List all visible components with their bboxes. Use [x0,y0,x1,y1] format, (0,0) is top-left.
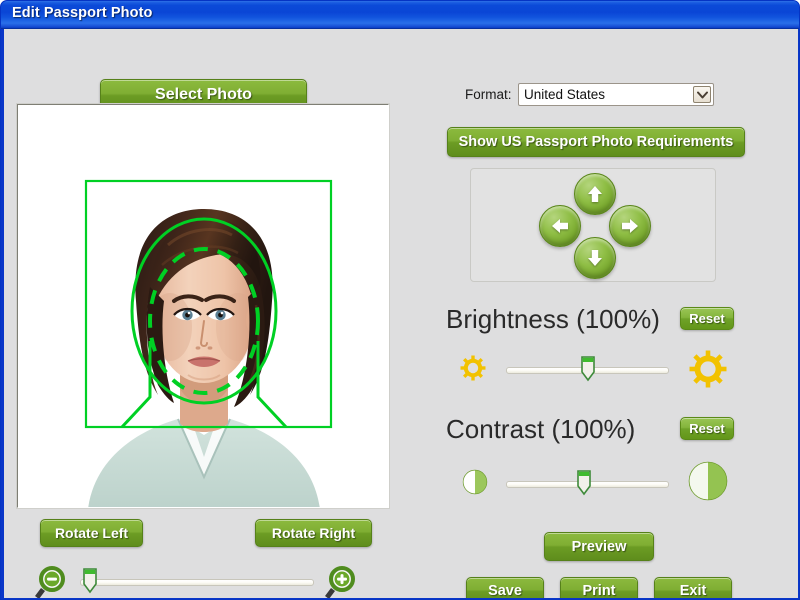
shoulder-guide [120,342,288,429]
move-left-button[interactable] [539,205,581,247]
title-bar: Edit Passport Photo [1,1,799,29]
window-title: Edit Passport Photo [12,5,153,21]
client-area: Select Photo Rotate Left Rotate Right Fo… [4,29,798,598]
move-down-button[interactable] [574,237,616,279]
arrow-down-icon [588,250,602,266]
reset-contrast-button[interactable]: Reset [680,417,734,440]
rotate-left-button[interactable]: Rotate Left [40,519,143,547]
save-button[interactable]: Save [466,577,544,598]
arrow-left-icon [552,219,568,233]
large-sun-icon [689,350,727,388]
contrast-title: Contrast (100%) [446,414,636,444]
arrow-right-icon [622,219,638,233]
arrow-up-icon [588,186,602,202]
rotate-right-button[interactable]: Rotate Right [255,519,372,547]
format-label: Format: [465,87,512,102]
format-select[interactable]: United States [518,83,714,106]
brightness-title: Brightness (100%) [446,304,660,334]
brightness-slider-thumb[interactable] [580,356,596,382]
photo-position-pad [470,168,716,282]
move-up-button[interactable] [574,173,616,215]
show-requirements-button[interactable]: Show US Passport Photo Requirements [447,127,745,157]
zoom-slider-track[interactable] [80,579,314,586]
magnifier-minus-icon[interactable] [32,566,66,598]
format-selected-value: United States [524,87,606,102]
move-right-button[interactable] [609,205,651,247]
print-button[interactable]: Print [560,577,638,598]
large-contrast-circle-icon [688,461,728,501]
zoom-slider-thumb[interactable] [82,568,98,594]
preview-button[interactable]: Preview [544,532,654,561]
photo-preview-panel[interactable] [17,104,389,508]
exit-button[interactable]: Exit [654,577,732,598]
chevron-down-icon[interactable] [693,86,711,103]
small-contrast-circle-icon [462,469,488,495]
face-oval-guide [148,247,260,395]
application-window: Edit Passport Photo Select Photo Rotate … [0,0,800,600]
small-sun-icon [460,355,486,381]
photo-canvas [18,105,388,507]
head-oval-guide [130,217,278,405]
magnifier-plus-icon[interactable] [322,566,356,598]
reset-brightness-button[interactable]: Reset [680,307,734,330]
photo-alignment-guides [84,179,333,429]
contrast-slider-thumb[interactable] [576,470,592,496]
